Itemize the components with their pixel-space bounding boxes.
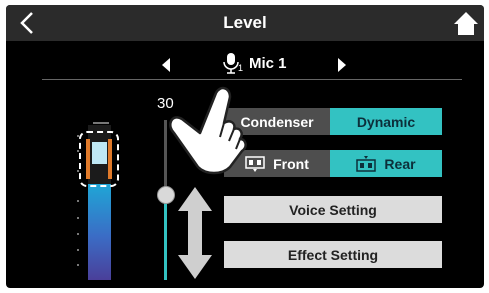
meter-scale-dot [77, 264, 79, 266]
rear-button[interactable]: Rear [330, 150, 442, 177]
effect-setting-button[interactable]: Effect Setting [224, 241, 442, 268]
page-title: Level [223, 13, 267, 32]
voice-setting-button[interactable]: Voice Setting [224, 196, 442, 223]
level-slider-fill [164, 195, 167, 280]
home-icon[interactable] [452, 9, 480, 37]
divider [42, 79, 462, 80]
pointing-hand-icon [169, 86, 247, 175]
rear-label: Rear [384, 155, 416, 172]
meter-scale-dot [77, 200, 79, 202]
dynamic-button[interactable]: Dynamic [330, 108, 442, 135]
front-label: Front [273, 155, 309, 172]
meter-scale-dot [77, 233, 79, 235]
header-bar: Level [6, 5, 484, 41]
triangle-left-icon[interactable] [161, 57, 171, 73]
rear-mic-icon [356, 155, 377, 172]
meter-scale-dot [77, 249, 79, 251]
meter-highlight-frame [79, 131, 119, 187]
microphone-icon [223, 53, 239, 74]
channel-name[interactable]: Mic 1 [249, 55, 287, 72]
meter-peak-cap [93, 122, 109, 124]
triangle-right-icon[interactable] [337, 57, 347, 73]
level-meter-fill [88, 184, 111, 280]
level-slider-knob[interactable] [157, 186, 175, 205]
channel-number: 1 [238, 63, 244, 73]
meter-scale-dot [77, 217, 79, 219]
up-down-arrow-icon [178, 187, 212, 279]
level-screen: Level 1 Mic 1 30 Condenser Dynamic Front… [6, 5, 484, 288]
